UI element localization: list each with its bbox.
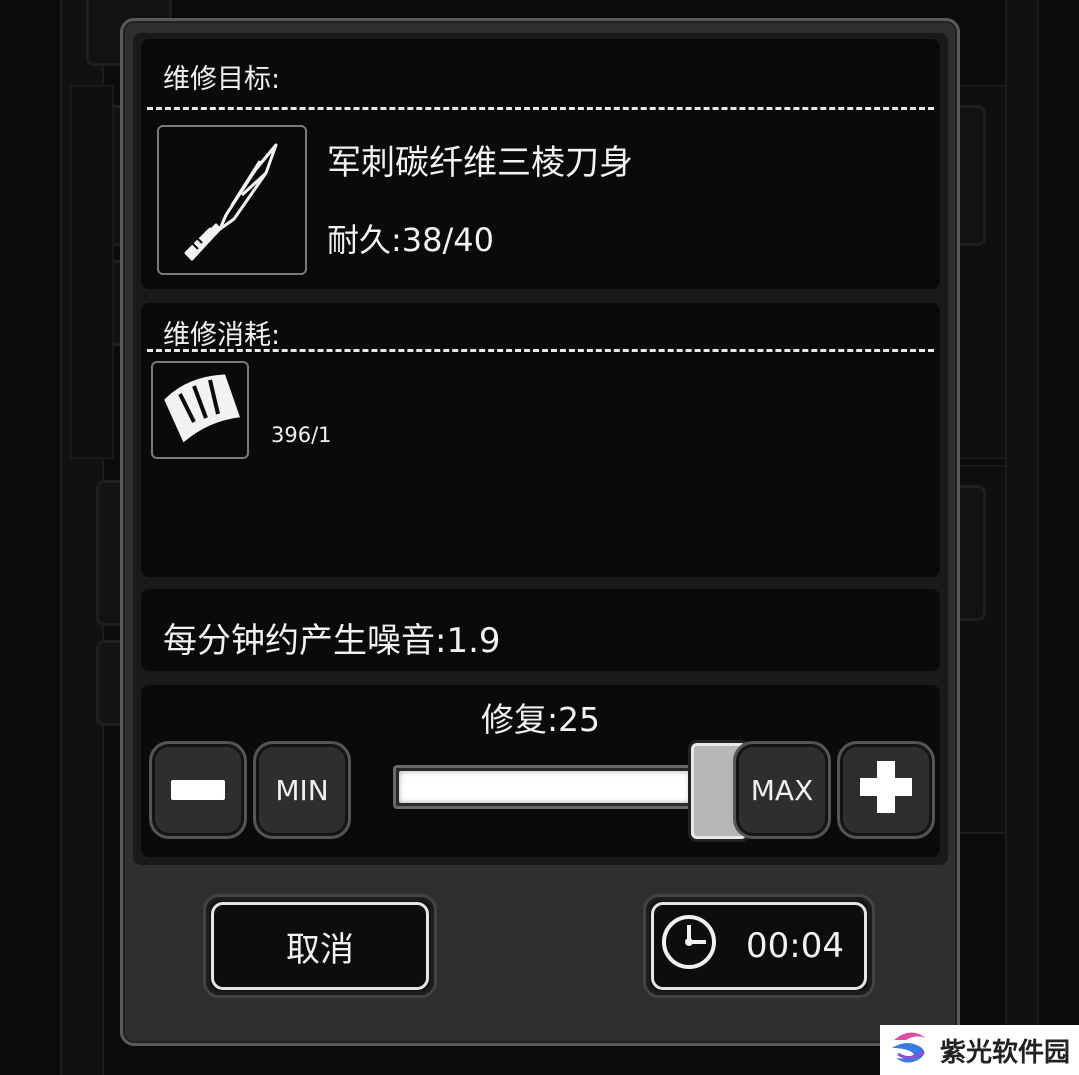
- divider: [147, 349, 934, 352]
- material-slot[interactable]: [151, 361, 249, 459]
- noise-text: 每分钟约产生噪音:1.9: [163, 621, 501, 661]
- max-button-label: MAX: [750, 773, 814, 807]
- repair-slider[interactable]: [393, 765, 715, 809]
- timer-repair-button[interactable]: 00:04: [643, 894, 875, 998]
- watermark-logo-icon: [888, 1028, 932, 1072]
- repair-cost-title: 维修消耗:: [163, 320, 281, 351]
- target-item-name: 军刺碳纤维三棱刀身: [327, 143, 633, 183]
- repair-amount-section: 修复:25 MIN MAX: [141, 685, 940, 857]
- repair-target-title: 维修目标:: [163, 64, 281, 95]
- increase-button[interactable]: [837, 741, 935, 839]
- target-item-durability: 耐久:38/40: [327, 221, 495, 259]
- background-panel: [70, 85, 114, 459]
- background-column: [1005, 0, 1039, 1075]
- decrease-button[interactable]: [149, 741, 247, 839]
- clock-icon: [660, 913, 718, 980]
- min-button[interactable]: MIN: [253, 741, 351, 839]
- min-button-label: MIN: [275, 773, 329, 807]
- repair-target-section: 维修目标: 军刺碳纤维三棱刀身 耐久:38/40: [141, 39, 940, 289]
- noise-section: 每分钟约产生噪音:1.9: [141, 589, 940, 671]
- slider-fill: [399, 771, 690, 803]
- cancel-button-label: 取消: [286, 929, 354, 970]
- dialog-content: 维修目标: 军刺碳纤维三棱刀身 耐久:38/40 维修消耗: 396/1 每分钟…: [133, 33, 948, 865]
- target-item-slot[interactable]: [157, 125, 307, 275]
- divider: [147, 107, 934, 110]
- timer-button-face: 00:04: [651, 902, 867, 990]
- cancel-button[interactable]: 取消: [203, 894, 437, 998]
- watermark: 紫光软件园: [880, 1025, 1079, 1075]
- repair-amount-label: 修复:25: [480, 700, 601, 739]
- repair-dialog: 维修目标: 军刺碳纤维三棱刀身 耐久:38/40 维修消耗: 396/1 每分钟…: [120, 18, 960, 1046]
- carbon-fiber-sheet-icon: [158, 370, 242, 450]
- max-button[interactable]: MAX: [733, 741, 831, 839]
- plus-icon: [858, 759, 914, 822]
- watermark-text: 紫光软件园: [940, 1037, 1071, 1068]
- cancel-button-face: 取消: [211, 902, 429, 990]
- blade-icon: [172, 133, 292, 267]
- repair-cost-section: 维修消耗:: [141, 303, 940, 577]
- material-count: 396/1: [271, 423, 332, 447]
- minus-icon: [171, 780, 225, 800]
- timer-label: 00:04: [746, 926, 844, 966]
